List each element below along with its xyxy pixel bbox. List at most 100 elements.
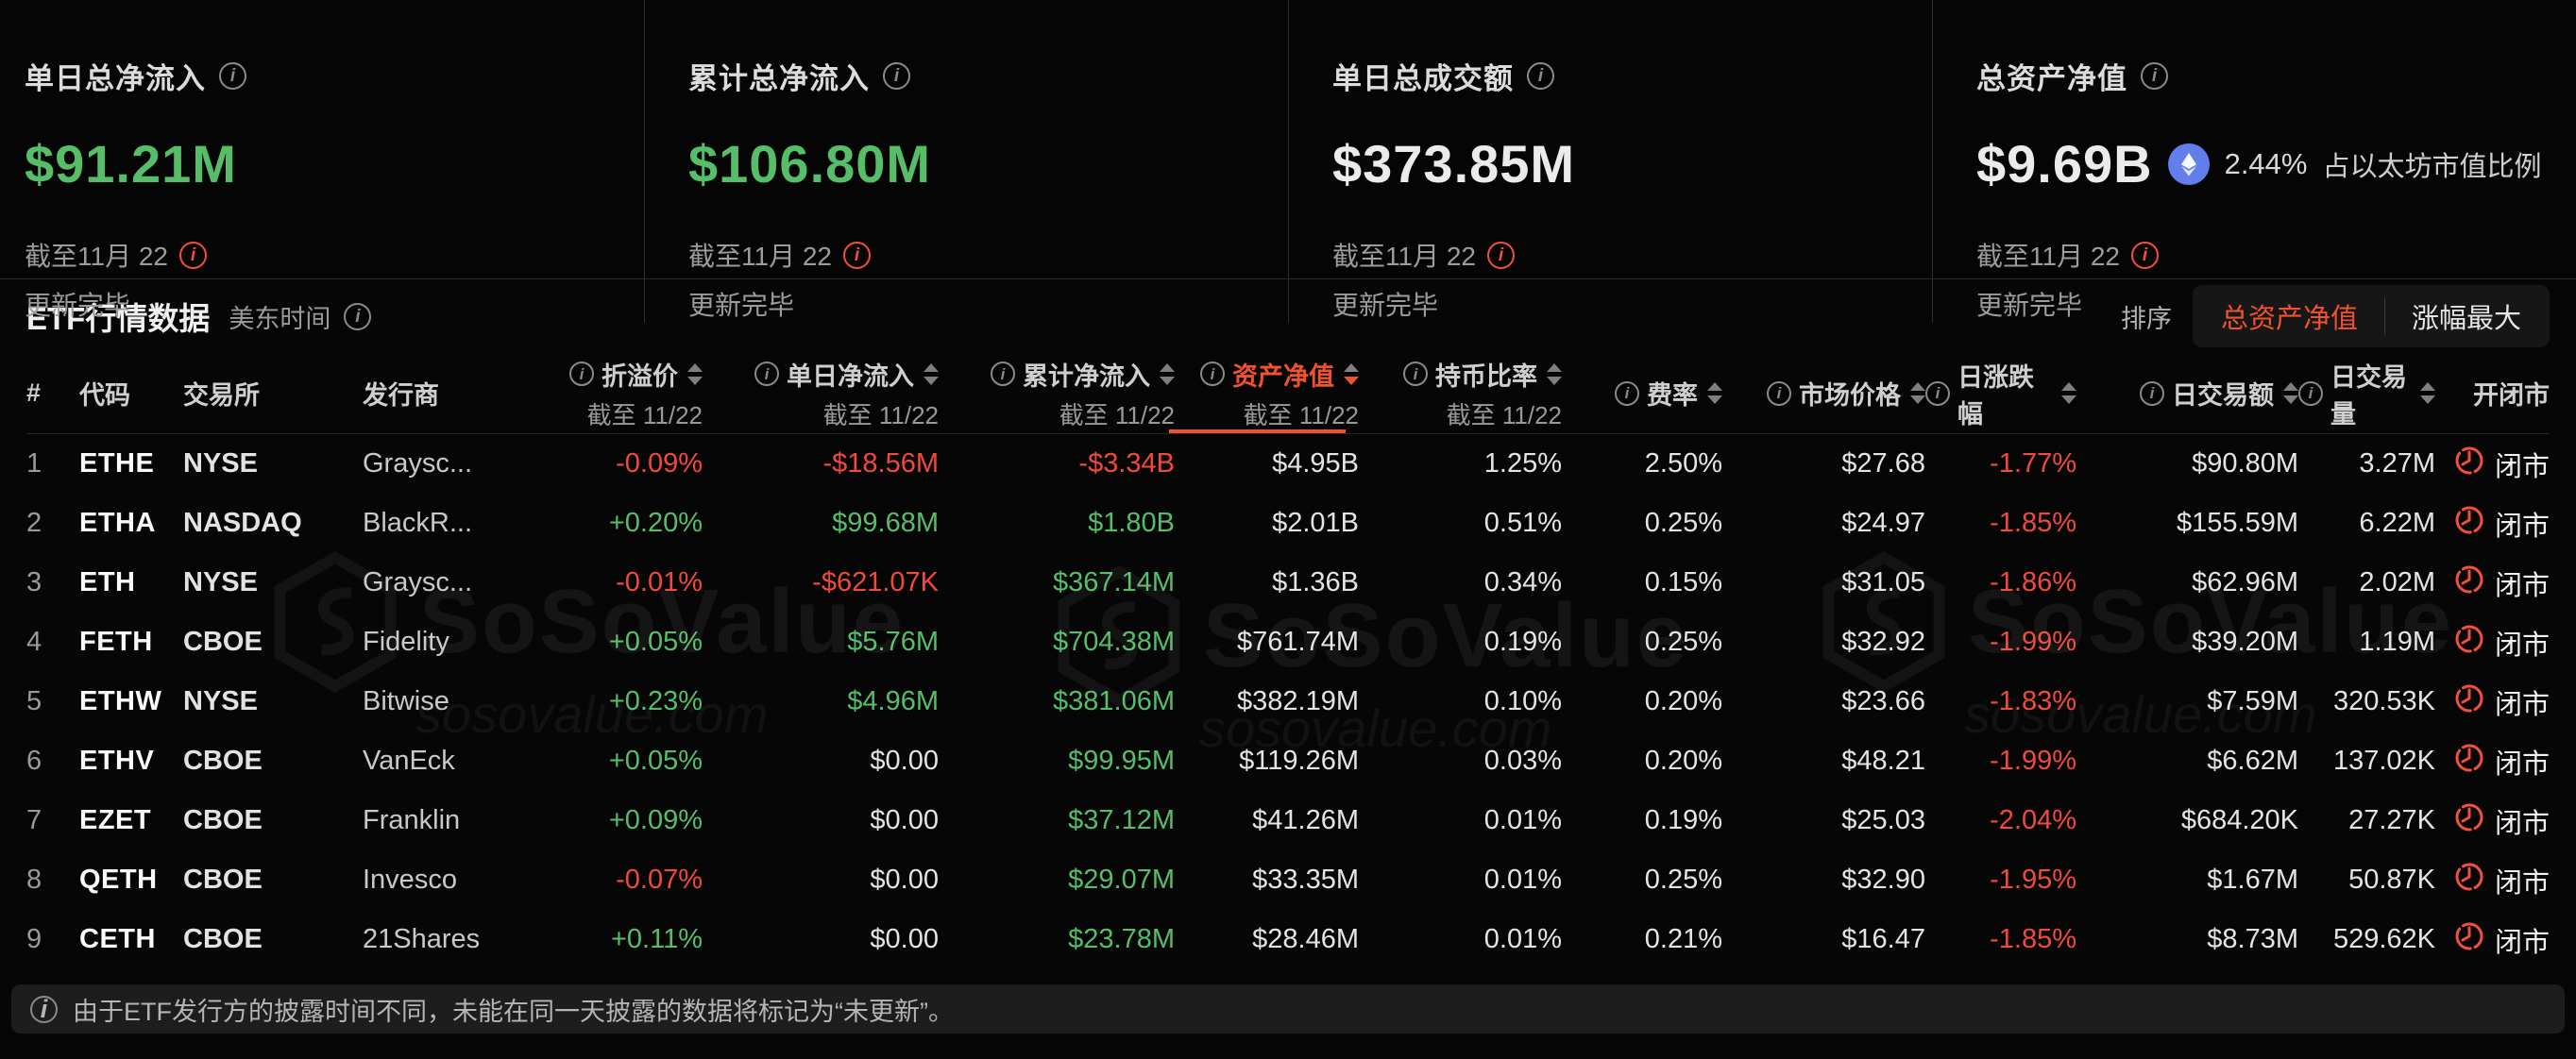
cell-cumulative-net-inflow: $704.38M xyxy=(1053,627,1175,657)
info-icon[interactable]: i xyxy=(569,361,594,386)
cell-ticker: ETHV xyxy=(79,746,155,776)
alert-info-icon[interactable]: i xyxy=(843,241,871,269)
column-header-premium[interactable]: i 折溢价 截至 11/22 xyxy=(533,353,703,433)
column-header-daily-change[interactable]: i 日涨跌幅 xyxy=(1925,353,2076,433)
cell-exchange: CBOE xyxy=(183,865,263,895)
column-header-fee-rate[interactable]: i 费率 xyxy=(1562,353,1722,433)
cell-issuer: Graysc... xyxy=(363,448,473,479)
stat-status: 更新完毕 xyxy=(1976,291,2083,320)
cell-daily-net-inflow: $4.96M xyxy=(847,686,939,716)
alert-info-icon[interactable]: i xyxy=(1487,241,1515,269)
sort-carets-icon[interactable] xyxy=(1160,362,1175,385)
eth-share-label: 占以太坊市值比例 xyxy=(2322,151,2542,182)
cell-market-price: $32.90 xyxy=(1841,865,1925,895)
cell-daily-volume-usd: $7.59M xyxy=(2207,686,2298,716)
cell-daily-volume-shares: 320.53K xyxy=(2332,686,2435,716)
info-icon[interactable]: i xyxy=(1615,380,1639,406)
column-label: 交易所 xyxy=(183,381,260,410)
cell-rank: 5 xyxy=(26,686,42,716)
cell-daily-volume-shares: 27.27K xyxy=(2348,805,2435,835)
info-icon[interactable]: i xyxy=(883,62,910,90)
cell-exchange: NYSE xyxy=(183,686,258,716)
column-header-daily-volume-usd[interactable]: i 日交易额 xyxy=(2076,353,2298,433)
column-label: 市场价格 xyxy=(1799,381,1901,410)
cell-ticker: FETH xyxy=(79,627,153,657)
sort-carets-icon[interactable] xyxy=(924,362,939,385)
column-label: 折溢价 xyxy=(602,361,678,391)
cell-ticker: ETHA xyxy=(79,508,156,538)
info-icon[interactable]: i xyxy=(2140,380,2164,406)
table-row[interactable]: 9 CETH CBOE 21Shares +0.11% $0.00 $23.78M $28.4… xyxy=(26,910,2550,969)
info-icon[interactable]: i xyxy=(1925,380,1950,406)
sort-carets-icon[interactable] xyxy=(2061,382,2076,404)
stat-title: 单日总成交额 xyxy=(1332,62,1514,95)
cell-rank: 2 xyxy=(26,508,42,538)
column-header-market-price[interactable]: i 市场价格 xyxy=(1722,353,1925,433)
cell-net-assets: $2.01B xyxy=(1272,508,1359,538)
sort-carets-icon[interactable] xyxy=(2283,382,2298,404)
table-row[interactable]: 3 ETH NYSE Graysc... -0.01% -$621.07K $367.14M… xyxy=(26,553,2550,613)
info-icon[interactable]: i xyxy=(1527,62,1554,90)
column-label: # xyxy=(26,378,42,407)
alert-info-icon[interactable]: i xyxy=(179,241,207,269)
column-header-net-assets[interactable]: i 资产净值 截至 11/22 xyxy=(1169,353,1359,433)
cell-holding-ratio: 1.25% xyxy=(1483,448,1562,479)
table-row[interactable]: 8 QETH CBOE Invesco -0.07% $0.00 $29.07M $33.35… xyxy=(26,850,2550,910)
info-icon[interactable]: i xyxy=(2298,380,2323,406)
cell-exchange: CBOE xyxy=(183,627,263,657)
info-icon[interactable]: i xyxy=(219,62,246,90)
disclosure-note-text: 由于ETF发行方的披露时间不同，未能在同一天披露的数据将标记为“未更新”。 xyxy=(73,997,954,1026)
column-label: 日涨跌幅 xyxy=(1957,362,2034,429)
table-row[interactable]: 2 ETHA NASDAQ BlackR... +0.20% $99.68M $1.80B $… xyxy=(26,494,2550,553)
sort-carets-icon[interactable] xyxy=(2420,382,2435,404)
cell-cumulative-net-inflow: $1.80B xyxy=(1088,508,1175,538)
column-header-daily-volume-shares[interactable]: i 日交易量 xyxy=(2298,353,2435,433)
sort-carets-icon[interactable] xyxy=(687,362,703,385)
cell-holding-ratio: 0.51% xyxy=(1483,508,1562,538)
cell-issuer: Graysc... xyxy=(363,567,473,597)
stat-date: 截至11月 22 xyxy=(688,242,832,271)
column-header-cumulative-net-inflow[interactable]: i 累计净流入 截至 11/22 xyxy=(939,353,1175,433)
info-icon[interactable]: i xyxy=(1767,380,1791,406)
table-row[interactable]: 6 ETHV CBOE VanEck +0.05% $0.00 $99.95M $119.26… xyxy=(26,731,2550,791)
cell-holding-ratio: 0.10% xyxy=(1483,686,1562,716)
info-icon[interactable]: i xyxy=(991,361,1015,386)
table-row[interactable]: 7 EZET CBOE Franklin +0.09% $0.00 $37.12M $41.2… xyxy=(26,791,2550,850)
cell-issuer: BlackR... xyxy=(363,508,473,538)
cell-cumulative-net-inflow: $23.78M xyxy=(1068,924,1175,954)
table-row[interactable]: 5 ETHW NYSE Bitwise +0.23% $4.96M $381.06M $382… xyxy=(26,672,2550,731)
sort-carets-icon[interactable] xyxy=(1344,362,1359,385)
info-icon[interactable]: i xyxy=(754,361,779,386)
info-icon[interactable]: i xyxy=(1403,361,1428,386)
cell-issuer: VanEck xyxy=(363,746,455,776)
column-sub-label: 截至 11/22 xyxy=(1446,400,1562,429)
column-header-rank: # xyxy=(26,353,79,433)
column-label: 发行商 xyxy=(363,381,439,410)
cell-premium: -0.09% xyxy=(616,448,703,479)
sort-carets-icon[interactable] xyxy=(1910,382,1925,404)
cell-holding-ratio: 0.19% xyxy=(1483,627,1562,657)
stat-value: $9.69B xyxy=(1976,134,2153,193)
info-icon[interactable]: i xyxy=(1200,361,1225,386)
cell-ticker: CETH xyxy=(79,924,156,954)
cell-market-status: 闭市 xyxy=(2435,801,2550,841)
cell-net-assets: $119.26M xyxy=(1239,746,1359,776)
stat-card-daily-net-inflow: 单日总净流入 i $91.21M 截至11月 22 i 更新完毕 xyxy=(0,0,644,323)
table-row[interactable]: 4 FETH CBOE Fidelity +0.05% $5.76M $704.38M $76… xyxy=(26,613,2550,672)
stat-status: 更新完毕 xyxy=(25,291,131,320)
cell-premium: +0.20% xyxy=(608,508,703,538)
column-sub-label: 截至 11/22 xyxy=(1243,400,1359,429)
sort-carets-icon[interactable] xyxy=(1707,382,1722,404)
cell-market-price: $48.21 xyxy=(1841,746,1925,776)
column-header-issuer: 发行商 xyxy=(363,353,533,433)
column-header-daily-net-inflow[interactable]: i 单日净流入 截至 11/22 xyxy=(703,353,939,433)
cell-cumulative-net-inflow: $99.95M xyxy=(1068,746,1175,776)
table-header-row: # 代码 交易所 发行商 i 折溢价 截至 11/22 i 单日净流入 截至 11/22 i 累计净流… xyxy=(26,353,2550,434)
column-label: 持币比率 xyxy=(1435,361,1537,391)
table-row[interactable]: 1 ETHE NYSE Graysc... -0.09% -$18.56M -$3.34B $… xyxy=(26,434,2550,494)
column-header-holding-ratio[interactable]: i 持币比率截至 11/22 xyxy=(1359,353,1562,433)
sort-carets-icon[interactable] xyxy=(1547,362,1562,385)
column-label: 日交易额 xyxy=(2172,381,2274,410)
info-icon[interactable]: i xyxy=(2141,62,2168,90)
alert-info-icon[interactable]: i xyxy=(2131,241,2159,269)
